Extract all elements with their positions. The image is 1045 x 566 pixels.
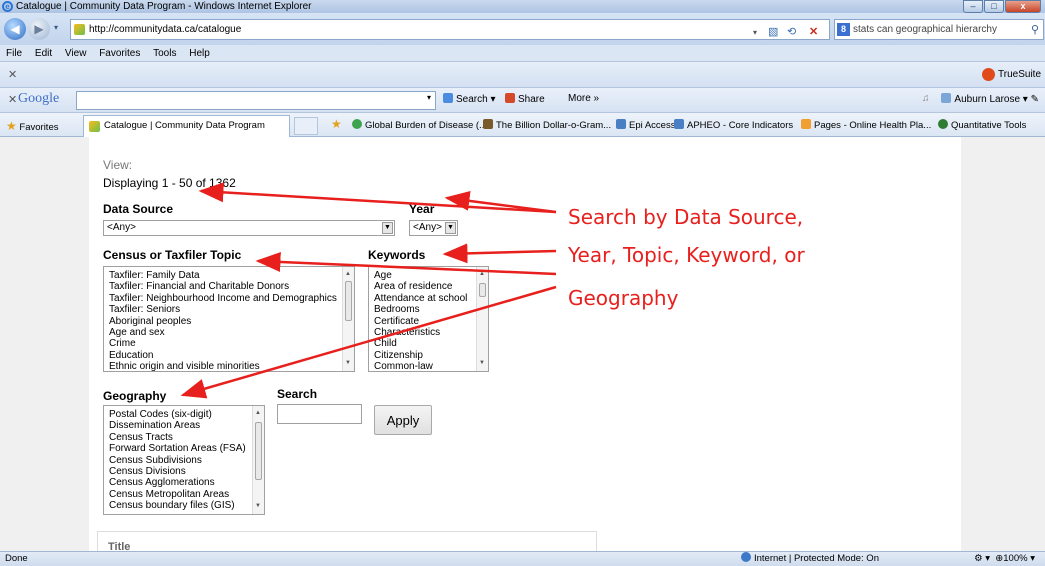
zoom-control[interactable]: ⚙ ▾ ⊕100% ▾ <box>974 552 1035 566</box>
globe-icon <box>741 552 751 562</box>
zoom-level: 100% <box>1003 553 1028 564</box>
annotation-line-1: Search by Data Source, <box>568 205 804 229</box>
annotation-arrows <box>180 182 557 399</box>
arrow-to-keywords <box>442 243 557 264</box>
annotation-line-2: Year, Topic, Keyword, or <box>568 243 805 267</box>
zone-label: Internet | Protected Mode: On <box>754 553 879 564</box>
security-zone[interactable]: Internet | Protected Mode: On <box>741 552 879 566</box>
arrow-to-topic <box>255 251 557 276</box>
arrow-to-geography <box>180 285 557 399</box>
arrow-to-results-count <box>198 182 557 214</box>
status-text: Done <box>5 553 28 564</box>
status-bar: Done Internet | Protected Mode: On ⚙ ▾ ⊕… <box>0 551 1045 566</box>
annotation-line-3: Geography <box>568 286 679 310</box>
